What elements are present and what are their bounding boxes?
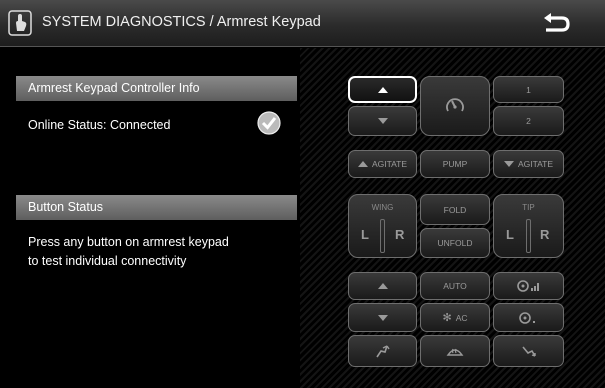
key-ac[interactable]: ✻ AC [420, 303, 490, 332]
instructions-line-1: Press any button on armrest keypad [28, 235, 229, 249]
button-status-header: Button Status [16, 195, 297, 220]
check-circle-icon [257, 111, 281, 135]
key-auto[interactable]: AUTO [420, 272, 490, 300]
fan-low-icon [518, 311, 535, 324]
key-1[interactable]: 1 [493, 76, 564, 103]
down-arrow-icon [377, 118, 388, 124]
agitate-right-label: AGITATE [517, 159, 554, 169]
page-title: SYSTEM DIAGNOSTICS / Armrest Keypad [42, 14, 321, 30]
key-2[interactable]: 2 [493, 106, 564, 136]
vent-face-icon [375, 345, 390, 358]
up-arrow-icon [377, 86, 388, 93]
wing-left-label: L [361, 227, 369, 242]
defrost-icon [446, 348, 464, 356]
agitate-left-label: AGITATE [371, 159, 408, 169]
key-agitate-left[interactable]: AGITATE [348, 150, 417, 178]
key-fold[interactable]: FOLD [420, 194, 490, 225]
agitate-left-up-icon [357, 161, 368, 167]
key-down[interactable] [348, 106, 417, 136]
key-temp-up[interactable] [348, 272, 417, 300]
key-defrost[interactable] [420, 335, 490, 367]
wing-right-label: R [395, 227, 405, 242]
key-wing[interactable]: WING L R [348, 194, 417, 258]
key-vent-face[interactable] [348, 335, 417, 367]
key-up-active[interactable] [348, 76, 417, 103]
agitate-right-down-icon [503, 161, 514, 167]
header-bar: SYSTEM DIAGNOSTICS / Armrest Keypad [0, 0, 605, 47]
tip-slot [526, 219, 531, 253]
key-unfold[interactable]: UNFOLD [420, 228, 490, 258]
temp-up-icon [377, 283, 388, 289]
fan-high-icon [516, 280, 539, 292]
vent-floor-icon [521, 346, 536, 357]
ac-label: AC [455, 312, 468, 323]
controller-info-header: Armrest Keypad Controller Info [16, 76, 297, 101]
key-fan-up[interactable] [493, 272, 564, 300]
speedometer-icon [446, 98, 464, 112]
online-status-text: Online Status: Connected [28, 118, 171, 132]
key-fan-down[interactable] [493, 303, 564, 332]
tip-left-label: L [506, 227, 514, 242]
tip-right-label: R [540, 227, 550, 242]
key-tip[interactable]: TIP L R [493, 194, 564, 258]
key-vent-floor[interactable] [493, 335, 564, 367]
key-pump[interactable]: PUMP [420, 150, 490, 178]
wing-label: WING [371, 203, 394, 212]
tip-label: TIP [522, 203, 535, 212]
instructions-line-2: to test individual connectivity [28, 254, 187, 268]
back-arrow-icon[interactable] [540, 10, 572, 38]
temp-down-icon [377, 314, 388, 321]
key-speed[interactable] [420, 76, 490, 136]
key-agitate-right[interactable]: AGITATE [493, 150, 564, 178]
snowflake-icon: ✻ [442, 312, 452, 324]
wing-slot [380, 219, 385, 253]
hand-tap-icon [8, 10, 32, 36]
key-temp-down[interactable] [348, 303, 417, 332]
